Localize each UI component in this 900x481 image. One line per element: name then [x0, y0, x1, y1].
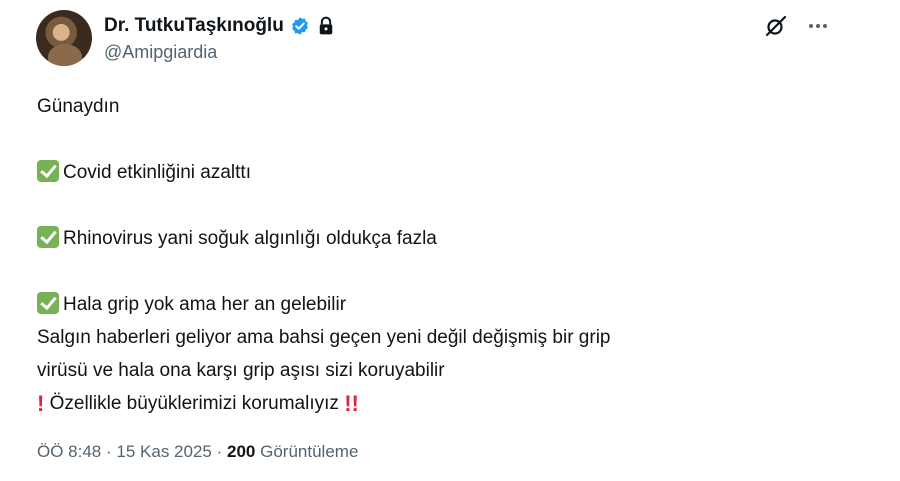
views-count[interactable]: 200	[227, 442, 255, 461]
tweet-date[interactable]: 15 Kas 2025	[116, 442, 211, 461]
tweet-point-1: Covid etkinliğini azalttı	[37, 156, 857, 189]
tweet-greeting: Günaydın	[37, 96, 120, 117]
tweet-point-1-text: Covid etkinliğini azalttı	[63, 162, 251, 183]
more-icon[interactable]	[806, 14, 830, 38]
check-mark-icon	[37, 160, 59, 182]
grok-icon[interactable]	[764, 14, 788, 38]
tweet-body: Günaydın Covid etkinliğini azalttı Rhino…	[37, 90, 857, 420]
exclamation-icon: !	[37, 391, 45, 416]
meta-separator: ·	[216, 442, 223, 461]
author-handle[interactable]: @Amipgiardia	[104, 42, 217, 63]
avatar[interactable]	[36, 10, 92, 66]
author-name-row: Dr. TutkuTaşkınoğlu	[104, 14, 336, 38]
views-label[interactable]: Görüntüleme	[260, 442, 358, 461]
lock-icon	[316, 16, 336, 36]
tweet-point-2-text: Rhinovirus yani soğuk algınlığı oldukça …	[63, 228, 437, 249]
tweet-top-actions	[764, 14, 830, 38]
tweet-time[interactable]: ÖÖ 8:48	[37, 442, 101, 461]
tweet-line-5: virüsü ve hala ona karşı grip aşısı sizi…	[37, 360, 445, 381]
check-mark-icon	[37, 292, 59, 314]
tweet-warning-text: Özellikle büyüklerimizi korumalıyız	[49, 393, 339, 414]
tweet-warning-line: ! Özellikle büyüklerimizi korumalıyız !!	[37, 387, 857, 420]
tweet-point-3: Hala grip yok ama her an gelebilir	[37, 288, 857, 321]
tweet-line-4: Salgın haberleri geliyor ama bahsi geçen…	[37, 327, 611, 348]
author-display-name[interactable]: Dr. TutkuTaşkınoğlu	[104, 15, 284, 37]
tweet-point-3-text: Hala grip yok ama her an gelebilir	[63, 294, 347, 315]
tweet-point-2: Rhinovirus yani soğuk algınlığı oldukça …	[37, 222, 857, 255]
double-exclamation-icon: !!	[344, 391, 359, 416]
verified-badge-icon[interactable]	[290, 16, 310, 36]
tweet-meta: ÖÖ 8:48 · 15 Kas 2025 · 200 Görüntüleme	[37, 442, 358, 462]
check-mark-icon	[37, 226, 59, 248]
meta-separator: ·	[106, 442, 112, 461]
tweet-card: Dr. TutkuTaşkınoğlu @Amipgiardia Günaydı…	[0, 0, 900, 481]
